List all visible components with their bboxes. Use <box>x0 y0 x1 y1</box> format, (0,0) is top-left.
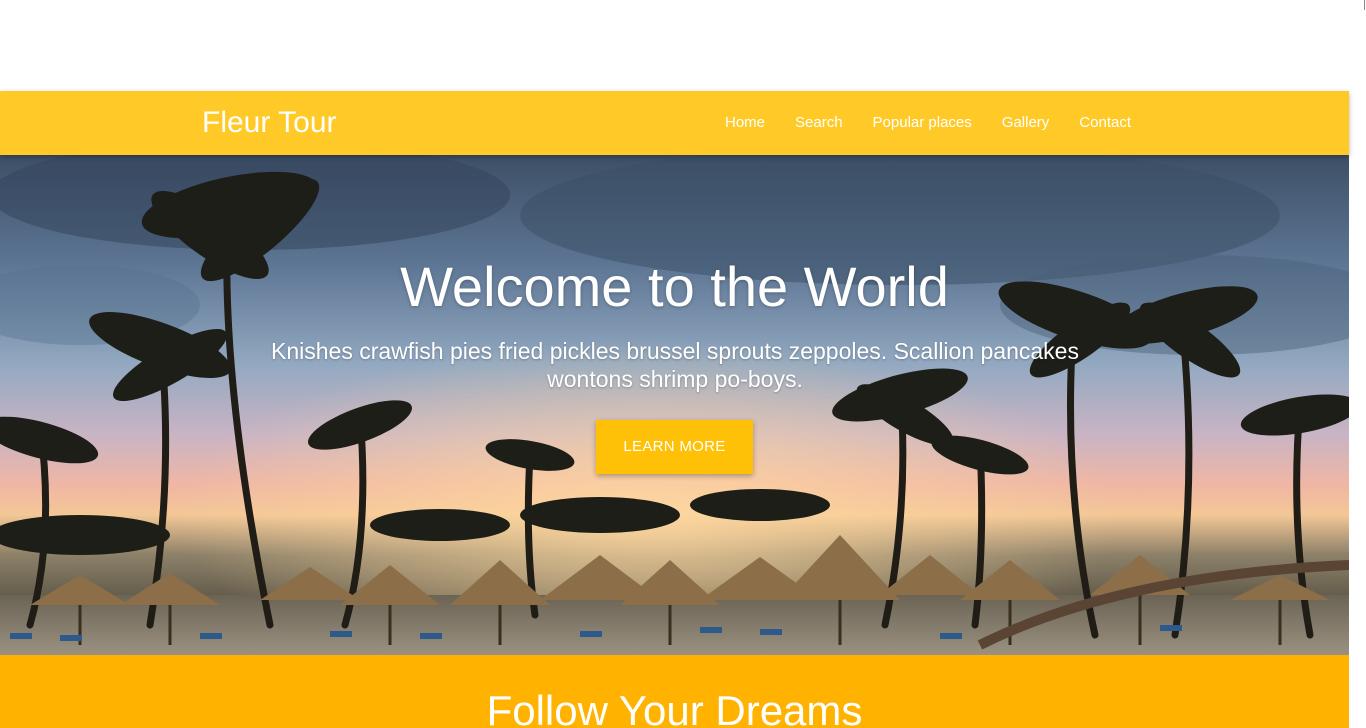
hero-subtitle: Knishes crawfish pies fried pickles brus… <box>271 338 1079 392</box>
hero-section: Welcome to the World Knishes crawfish pi… <box>0 155 1349 655</box>
brand-logo[interactable]: Fleur Tour <box>202 104 337 142</box>
top-navbar: Fleur Tour Home Search Popular places Ga… <box>0 91 1349 155</box>
hero-background-image <box>0 155 1349 655</box>
nav-menu: Home Search Popular places Gallery Conta… <box>710 91 1146 155</box>
nav-link-gallery[interactable]: Gallery <box>987 91 1065 155</box>
hero-title: Welcome to the World <box>400 255 949 318</box>
nav-link-home[interactable]: Home <box>710 91 780 155</box>
nav-link-contact[interactable]: Contact <box>1064 91 1146 155</box>
nav-link-popular-places[interactable]: Popular places <box>858 91 987 155</box>
nav-link-search[interactable]: Search <box>780 91 858 155</box>
page: Fleur Tour Home Search Popular places Ga… <box>0 0 1349 728</box>
dreams-section: Follow Your Dreams <box>0 655 1349 728</box>
scrollbar-thumb[interactable] <box>1364 0 1365 10</box>
page-scrollbar[interactable] <box>1349 0 1366 728</box>
section-title: Follow Your Dreams <box>486 687 863 728</box>
learn-more-button[interactable]: LEARN MORE <box>596 420 753 474</box>
